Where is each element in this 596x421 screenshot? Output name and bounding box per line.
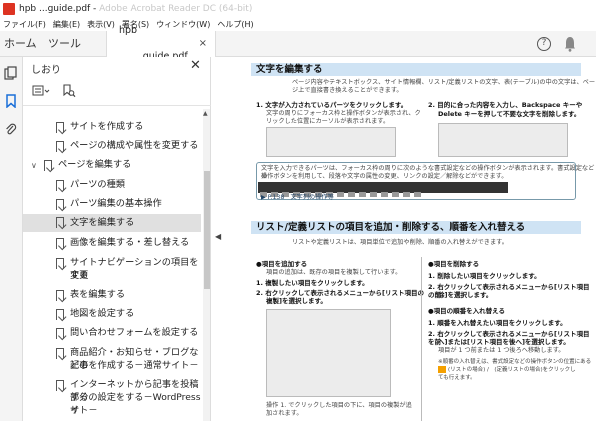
bookmark-item[interactable]: パーツの種類 [23,179,201,193]
bookmark-item-selected[interactable]: 文字を編集する [23,214,201,232]
step-heading: 1. 複製したい項目をクリックします。 [256,279,369,287]
divider [23,105,211,106]
caption: 加されます。 [266,410,303,417]
bookmark-flag-icon [56,258,64,269]
bookmark-item[interactable]: ページの構成や属性を変更する [23,140,201,154]
find-bookmark-button[interactable] [59,84,79,98]
menu-edit[interactable]: 編集(E) [53,19,80,30]
note-text: 操作ボタンを利用して、段落や文字の属性の変更、リンクの設定／解除などができます。 [261,173,508,180]
bookmark-group[interactable]: ∨ ページを編集する [23,159,201,173]
title-bar: hpb ...guide.pdf - Adobe Acrobat Reader … [0,0,596,17]
bookmark-flag-icon [56,309,64,320]
tab-bar: ホーム ツール hpb _____guide.pdf × [0,25,596,62]
paragraph: 項目の追加は、既存の項目を複製して行います。 [266,269,402,276]
subheading: ●項目を削除する [428,260,480,268]
menu-bar: ファイル(F) 編集(E) 表示(V) 署名(S) ウィンドウ(W) ヘルプ(H… [0,17,596,31]
page-reference: ▶ P.138 文字列の操作等 [261,194,334,201]
list-order-icon [438,366,446,373]
bookmarks-panel: しおり ✕ サイトを作成する ページの構成や属性を変更する ∨ ページを編集する… [23,57,211,421]
bookmark-flag-icon [56,122,64,133]
screenshot-image [266,127,396,157]
step-heading: Delete キーを押して不要な文字を削除します。 [438,110,581,118]
step-heading: 1. 削除したい項目をクリックします。 [428,272,541,280]
collapse-panel-icon[interactable]: ◀ [215,232,221,241]
paragraph: ジ上で直接書き換えることができます。 [292,87,403,94]
step-heading: 2. 右クリックして表示されるメニューから[リスト項目の [256,289,425,297]
panel-toolbar [31,84,79,98]
section-heading: リスト/定義リストの項目を追加・削除する、順番を入れ替える [251,221,581,234]
help-icon[interactable]: ? [537,37,551,51]
bookmark-flag-icon [56,199,64,210]
bookmark-item[interactable]: パーツ編集の基本操作 [23,198,201,212]
note-text: ※順番の入れ替えは、書式設定などの操作ボタンの位置にある [438,359,592,365]
bookmark-flag-icon [56,180,64,191]
page-thumbnails-icon[interactable] [4,66,18,80]
bookmark-item[interactable]: 表を編集する [23,289,201,303]
acrobat-app-icon [3,2,15,15]
bookmark-flag-icon [44,160,52,171]
paragraph: ページ内容やテキストボックス、サイト情報欄、リスト/定義リストの文字、表(テーブ… [292,79,596,86]
attachment-icon[interactable] [4,123,18,137]
tab-home[interactable]: ホーム [4,31,44,57]
step-heading: 1. 文字が入力されているパーツをクリックします。 [256,101,408,109]
options-menu-button[interactable] [31,84,51,98]
chevron-down-icon[interactable]: ∨ [31,160,37,173]
format-toolbar-image [258,182,508,197]
bookmark-item[interactable]: 画像を編集する・差し替える [23,237,201,251]
step-text: リックした位置にカーソルが表示されます。 [266,118,390,125]
bookmark-item[interactable]: 商品紹介・お知らせ・ブログなどの 記事を作成する－通常サイト－ [23,347,201,374]
bookmark-item[interactable]: 問い合わせフォームを設定する [23,327,201,341]
subheading: ●項目の順番を入れ替える [428,307,505,315]
step-heading: 1. 順番を入れ替えたい項目をクリックします。 [428,319,567,327]
screenshot-image [438,123,568,157]
step-text: 項目が 1 つ前または 1 つ後ろへ移動します。 [438,347,565,354]
step-heading: へ]または[リスト項目を後へ]を選択します。 [438,338,570,346]
column-divider [421,257,422,421]
bookmark-flag-icon [56,238,64,249]
section-heading: 文字を編集する [251,63,581,76]
bookmark-search-icon [63,84,76,98]
left-rail [0,57,23,421]
subheading: ●項目を追加する [256,260,308,268]
document-view: 文字を編集する ページ内容やテキストボックス、サイト情報欄、リスト/定義リストの… [228,57,596,421]
bookmark-flag-icon [56,141,64,152]
note-text: ても行えます。 [438,375,476,381]
bookmark-flag-icon [56,380,64,391]
menu-view[interactable]: 表示(V) [87,19,115,30]
bookmark-item[interactable]: サイトを作成する [23,121,201,135]
tab-tools[interactable]: ツール [48,31,98,57]
bookmark-item[interactable]: インターネットから記事を投稿する 部分の設定をする－WordPressサ イト－ [23,379,201,419]
bookmark-flag-icon [56,290,64,301]
context-menu-screenshot [266,309,391,397]
bookmark-flag-icon [56,328,64,339]
window-title: hpb ...guide.pdf - Adobe Acrobat Reader … [19,3,253,14]
bookmark-item[interactable]: 地図を設定する [23,308,201,322]
panel-title: しおり [31,65,61,76]
step-heading: 複製]を選択します。 [266,297,327,305]
bookmark-list: サイトを作成する ページの構成や属性を変更する ∨ ページを編集する パーツの種… [23,109,201,421]
note-text: (リストの場合) / (定義リストの場合)をクリックし [448,367,576,373]
step-text: 文字の周りにフォーカス枠と操作ボタンが表示され、ク [266,110,421,117]
paragraph: リストや定義リストは、項目単位で追加や削除、順番の入れ替えができます。 [292,239,508,246]
bookmark-flag-icon [56,217,64,228]
bookmark-flag-icon [56,348,64,359]
caption: 操作 1. でクリックした項目の下に、項目の複製が追 [266,402,412,409]
tab-document[interactable]: hpb _____guide.pdf × [106,25,216,62]
close-icon[interactable]: × [199,31,207,57]
menu-file[interactable]: ファイル(F) [3,19,46,30]
step-heading: 2. 目的に合った内容を入力し、Backspace キーや [428,101,583,109]
bookmark-item[interactable]: サイトナビゲーションの項目を変更 する [23,257,201,284]
bookmark-icon[interactable] [4,94,18,108]
step-heading: 除]を選択します。 [438,291,493,299]
scrollbar-thumb[interactable] [204,171,210,289]
scroll-up-icon[interactable]: ▲ [203,110,208,117]
close-icon[interactable]: ✕ [190,58,201,73]
list-options-icon [32,85,50,96]
bell-icon[interactable] [564,36,576,52]
menu-help[interactable]: ヘルプ(H) [217,19,253,30]
